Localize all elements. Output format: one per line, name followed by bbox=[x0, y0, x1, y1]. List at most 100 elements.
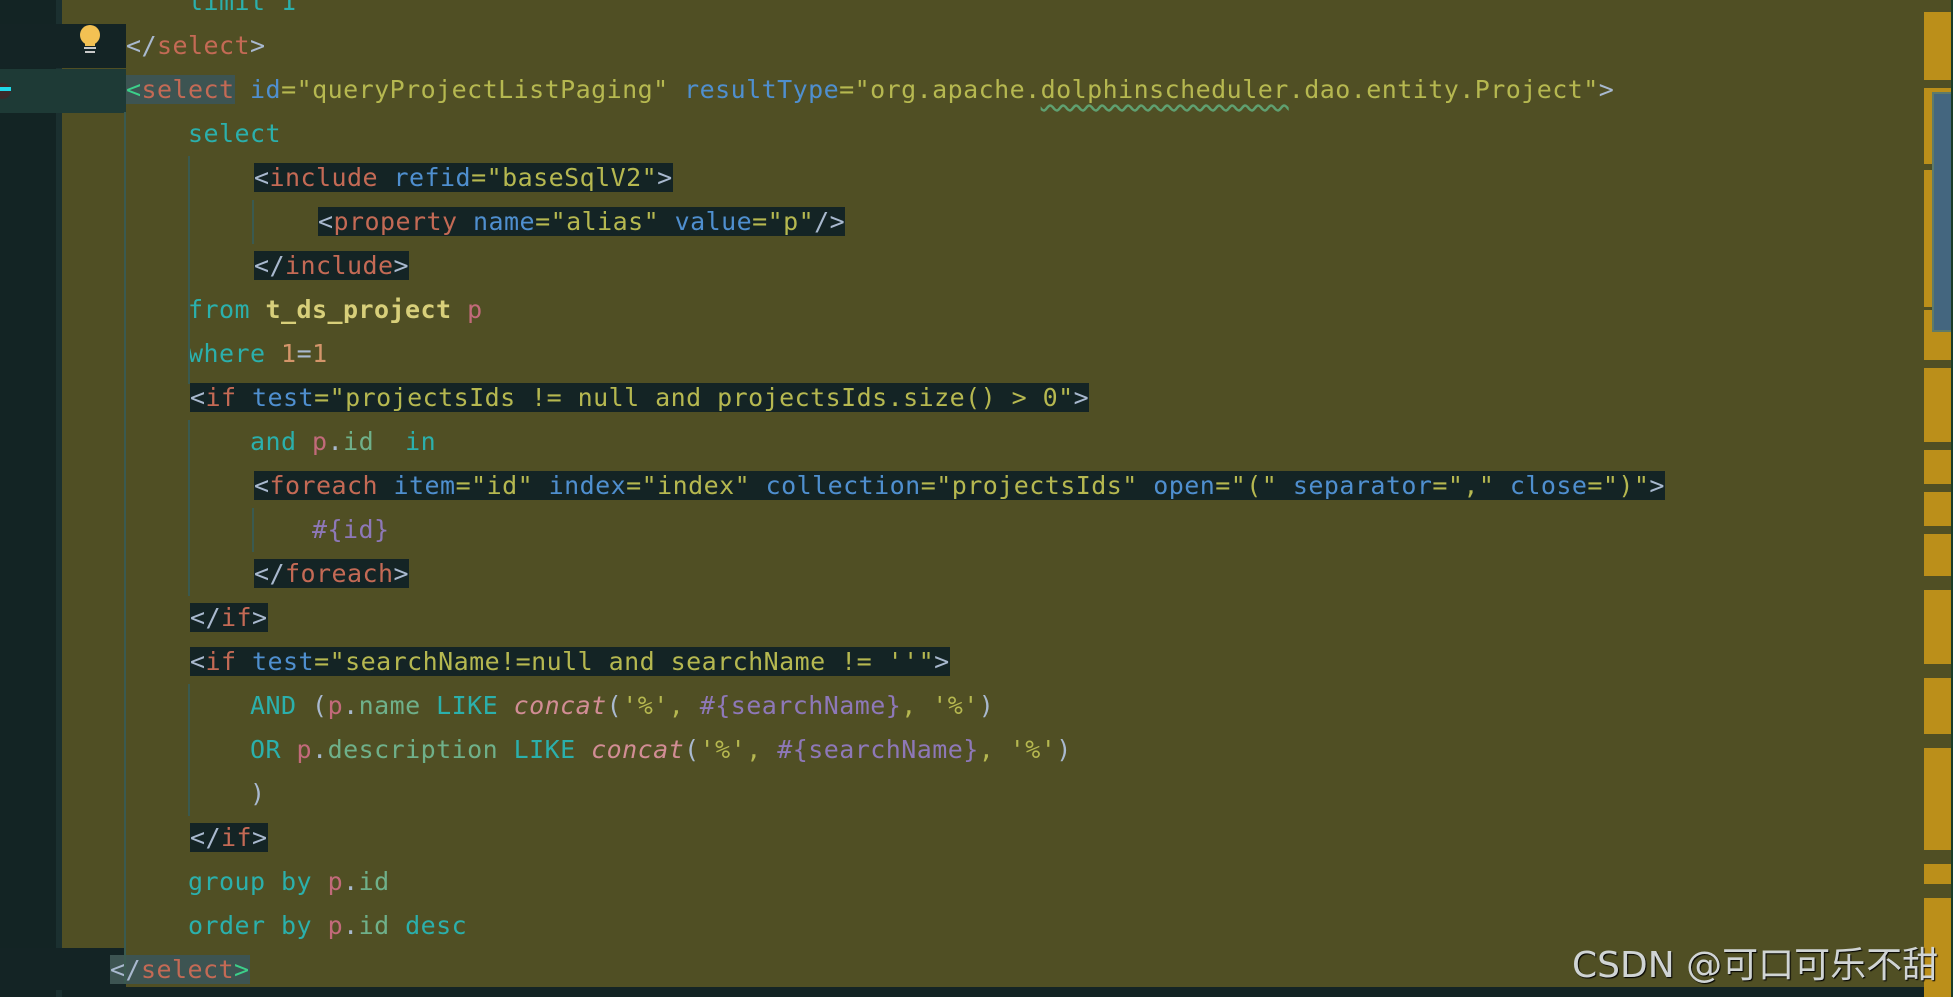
code-token: < bbox=[318, 207, 334, 236]
marker[interactable] bbox=[1924, 492, 1953, 526]
code-token: '%' bbox=[932, 691, 979, 720]
code-line[interactable]: ) bbox=[126, 772, 266, 816]
marker[interactable] bbox=[1924, 368, 1953, 442]
code-token: = bbox=[1215, 471, 1231, 500]
code-line[interactable]: <include refid="baseSqlV2"> bbox=[254, 156, 673, 200]
code-token: < bbox=[190, 383, 206, 412]
code-token: id bbox=[250, 75, 282, 104]
marker[interactable] bbox=[1924, 864, 1953, 884]
lightbulb-icon[interactable] bbox=[78, 24, 102, 56]
code-line[interactable]: </if> bbox=[190, 816, 268, 860]
code-token: = bbox=[281, 75, 297, 104]
code-token: "alias" bbox=[550, 207, 660, 236]
code-token: concat bbox=[591, 735, 685, 764]
code-line[interactable]: <if test="projectsIds != null and projec… bbox=[190, 376, 1090, 420]
code-token: if bbox=[221, 603, 253, 632]
code-line[interactable]: order by p.id desc bbox=[126, 904, 467, 948]
indent-guide bbox=[188, 684, 190, 816]
code-token: p bbox=[327, 691, 344, 720]
code-token: > bbox=[252, 603, 268, 632]
code-line[interactable]: <select id="queryProjectListPaging" resu… bbox=[126, 68, 1614, 112]
code-token: /> bbox=[814, 207, 846, 236]
code-editor[interactable]: limit 1 </select> <select id="queryProject… bbox=[110, 0, 1924, 987]
scrollbar-thumb[interactable] bbox=[1932, 92, 1953, 332]
code-token: where bbox=[188, 339, 266, 368]
code-line[interactable]: </foreach> bbox=[254, 552, 410, 596]
code-line[interactable]: </select> bbox=[110, 948, 250, 992]
code-token: select bbox=[141, 75, 235, 104]
code-token: . bbox=[327, 427, 344, 456]
code-line[interactable]: and p.id in bbox=[126, 420, 436, 464]
code-line[interactable]: </include> bbox=[254, 244, 410, 288]
code-token: id bbox=[358, 911, 390, 940]
avatar-icon[interactable] bbox=[0, 80, 12, 100]
code-token: p bbox=[327, 911, 344, 940]
marker[interactable] bbox=[1924, 534, 1953, 576]
code-line[interactable]: AND (p.name LIKE concat('%', #{searchNam… bbox=[126, 684, 994, 728]
code-token: . bbox=[343, 911, 359, 940]
code-line[interactable]: <if test="searchName!=null and searchNam… bbox=[190, 640, 950, 684]
code-token: , bbox=[746, 735, 778, 764]
code-token: . bbox=[343, 691, 359, 720]
code-line[interactable]: limit 1 bbox=[126, 0, 297, 24]
code-line[interactable]: select bbox=[126, 112, 281, 156]
error-stripe[interactable] bbox=[1924, 0, 1953, 997]
code-line[interactable]: </select> bbox=[126, 24, 266, 68]
code-token: AND bbox=[250, 691, 297, 720]
code-token: by bbox=[281, 911, 313, 940]
code-line[interactable]: <foreach item="id" index="index" collect… bbox=[254, 464, 1665, 508]
code-line[interactable]: #{id} bbox=[126, 508, 390, 552]
code-token: < bbox=[190, 647, 206, 676]
code-token: select bbox=[188, 119, 282, 148]
code-token: = bbox=[1587, 471, 1603, 500]
code-token: ) bbox=[1056, 735, 1072, 764]
code-token: > bbox=[250, 31, 266, 60]
marker[interactable] bbox=[1924, 678, 1953, 734]
code-token: select bbox=[157, 31, 251, 60]
code-line[interactable]: <property name="alias" value="p"/> bbox=[318, 200, 846, 244]
code-token: = bbox=[839, 75, 855, 104]
marker[interactable] bbox=[1924, 748, 1953, 850]
code-token: foreach bbox=[285, 559, 394, 588]
code-token: if bbox=[221, 823, 253, 852]
code-token: = bbox=[296, 339, 313, 368]
marker[interactable] bbox=[1924, 450, 1953, 484]
line-gutter bbox=[0, 0, 58, 997]
code-line[interactable]: from t_ds_project p bbox=[126, 288, 483, 332]
code-line[interactable]: OR p.description LIKE concat('%', #{sear… bbox=[126, 728, 1072, 772]
code-token: < bbox=[254, 163, 270, 192]
code-token: > bbox=[252, 823, 268, 852]
marker[interactable] bbox=[1924, 590, 1953, 664]
code-token: > bbox=[234, 955, 250, 984]
code-token: p bbox=[312, 427, 328, 456]
code-token: ( bbox=[312, 691, 328, 720]
code-line[interactable]: where 1=1 bbox=[126, 332, 328, 376]
code-token: OR bbox=[250, 735, 282, 764]
marker[interactable] bbox=[1924, 12, 1953, 80]
code-token: order bbox=[188, 911, 266, 940]
code-token: = bbox=[455, 471, 472, 500]
code-token: = bbox=[314, 383, 330, 412]
code-token: </ bbox=[126, 31, 158, 60]
code-line[interactable]: </if> bbox=[190, 596, 268, 640]
code-token: property bbox=[333, 207, 458, 236]
code-token: include bbox=[285, 251, 394, 280]
code-token: limit 1 bbox=[126, 0, 297, 16]
code-token: from bbox=[188, 295, 251, 324]
code-token: . bbox=[312, 735, 328, 764]
code-line[interactable]: group by p.id bbox=[126, 860, 390, 904]
code-token: if bbox=[205, 383, 237, 412]
